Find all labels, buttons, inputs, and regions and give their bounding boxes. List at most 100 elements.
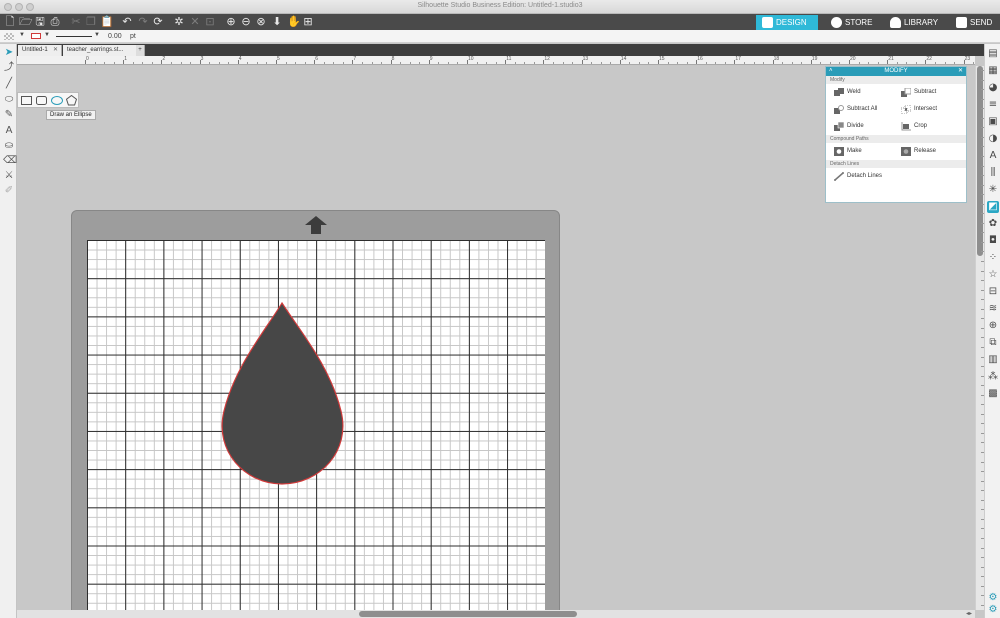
vertical-scroll-thumb[interactable] — [977, 66, 983, 256]
fit-window-icon[interactable]: ⊞ — [302, 16, 314, 28]
cut-icon[interactable]: ✂ — [70, 16, 82, 28]
line-color-swatch[interactable] — [31, 33, 41, 39]
draw-tool-icon[interactable]: ✎ — [3, 109, 15, 121]
align-icon[interactable]: ⫼ — [987, 167, 999, 179]
section-modify: Modify — [826, 76, 966, 84]
ruler-tick — [371, 62, 373, 64]
ellipse-tool-icon[interactable]: ⬭ — [3, 94, 15, 106]
horizontal-scrollbar[interactable]: ◂▸ — [17, 610, 975, 618]
offset-icon[interactable]: ◘ — [987, 235, 999, 247]
subtract-button[interactable]: Subtract — [900, 87, 936, 98]
favorites-star-icon[interactable]: ☆ — [987, 269, 999, 281]
intersect-button[interactable]: Intersect — [900, 104, 937, 115]
subtract-all-button[interactable]: Subtract All — [833, 104, 877, 115]
modify-icon[interactable]: ◩ — [987, 201, 999, 213]
text-tool-icon[interactable]: A — [3, 125, 15, 137]
redraw-icon[interactable]: ⟳ — [152, 16, 164, 28]
shape-tools-flyout — [17, 92, 79, 108]
eraser-tool-icon[interactable]: ⌫ — [3, 155, 17, 167]
line-style-preview[interactable] — [56, 36, 92, 37]
detach-lines-button[interactable]: Detach Lines — [833, 171, 882, 182]
fill-color-icon[interactable]: ◕ — [987, 82, 999, 94]
divide-icon — [834, 122, 844, 131]
save-icon[interactable]: 🖫 — [34, 16, 46, 28]
line-tool-icon[interactable]: ╱ — [3, 78, 15, 90]
send-tab[interactable]: SEND — [950, 15, 1000, 30]
tab-teacher-earrings[interactable]: teacher_earrings.st...✕ — [63, 45, 145, 56]
text-style-icon[interactable]: A — [987, 150, 999, 162]
select-tool-icon[interactable]: ➤ — [3, 47, 15, 59]
open-file-icon[interactable]: 🗁 — [19, 16, 33, 28]
warp-icon[interactable]: ▥ — [987, 354, 999, 366]
ellipse-shape-tool-icon[interactable] — [51, 96, 63, 105]
close-tab-icon[interactable]: ✕ — [53, 45, 58, 56]
vertical-scrollbar[interactable] — [975, 66, 984, 610]
rectangle-tool-icon[interactable] — [21, 96, 32, 105]
line-style-icon[interactable]: ▣ — [987, 116, 999, 128]
line-color-dropdown-icon[interactable]: ▼ — [44, 32, 50, 38]
point-edit-tool-icon[interactable]: ⤴ — [3, 62, 15, 74]
horizontal-scroll-thumb[interactable] — [359, 611, 577, 617]
divide-label: Divide — [847, 123, 864, 129]
fit-page-icon[interactable]: ⬇ — [271, 16, 283, 28]
knife-tool-icon[interactable]: ⚔ — [3, 170, 15, 182]
pixscan-icon[interactable]: ⁂ — [987, 371, 999, 383]
deselect-icon[interactable]: ✕ — [189, 16, 201, 28]
crop-button[interactable]: Crop — [900, 121, 927, 132]
store-tab[interactable]: STORE — [825, 15, 880, 30]
library-icon[interactable]: ⊕ — [987, 320, 999, 332]
fill-bucket-icon[interactable]: ⛀ — [3, 140, 15, 152]
fill-color-swatch[interactable] — [4, 33, 14, 40]
preferences-gear-icon[interactable]: ⚙ — [987, 604, 999, 616]
zoom-in-icon[interactable]: ⊕ — [225, 16, 237, 28]
grid-settings-icon[interactable]: ▦ — [987, 65, 999, 77]
polygon-tool-icon[interactable] — [66, 95, 77, 106]
line-color-icon[interactable]: ≡ — [987, 99, 999, 111]
undo-icon[interactable]: ↶ — [121, 16, 133, 28]
scroll-arrows-icon[interactable]: ◂▸ — [966, 610, 972, 617]
paste-icon[interactable]: 📋 — [100, 16, 114, 28]
ruler-label: 1 — [124, 56, 127, 62]
nesting-icon[interactable]: ▩ — [987, 388, 999, 400]
new-file-icon[interactable]: 🗋 — [4, 16, 16, 28]
page-setup-icon[interactable]: ▤ — [987, 48, 999, 60]
rhinestone-icon[interactable]: ✿ — [987, 218, 999, 230]
rounded-rectangle-tool-icon[interactable] — [36, 96, 47, 105]
image-effects-icon[interactable]: ◑ — [987, 133, 999, 145]
ruler-tick — [791, 62, 793, 64]
redo-icon[interactable]: ↷ — [137, 16, 149, 28]
close-panel-icon[interactable]: ✕ — [958, 67, 963, 76]
settings-gear-icon[interactable]: ⚙ — [987, 592, 999, 604]
zoom-out-icon[interactable]: ⊖ — [240, 16, 252, 28]
transform-icon[interactable]: ✳ — [987, 184, 999, 196]
ruler-tick — [218, 62, 220, 64]
trace-icon[interactable]: ⁘ — [987, 252, 999, 264]
library-tab[interactable]: LIBRARY — [884, 15, 944, 30]
zoom-selection-icon[interactable]: ⊗ — [255, 16, 267, 28]
print-icon[interactable]: ⎙ — [49, 16, 61, 28]
release-compound-button[interactable]: Release — [900, 146, 936, 157]
subtract-icon — [901, 88, 911, 97]
ruler-tick — [782, 62, 784, 64]
fill-dropdown-icon[interactable]: ▼ — [19, 32, 25, 38]
cloud-library-icon — [890, 17, 901, 28]
select-all-icon[interactable]: ✲ — [173, 16, 185, 28]
line-width-value[interactable]: 0.00 — [108, 33, 122, 40]
delete-icon[interactable]: ⊡ — [204, 16, 216, 28]
divide-button[interactable]: Divide — [833, 121, 864, 132]
collapse-chevron-icon[interactable]: ˄ — [829, 67, 833, 76]
make-compound-button[interactable]: Make — [833, 146, 862, 157]
line-style-dropdown-icon[interactable]: ▼ — [94, 32, 100, 38]
tab-untitled-1[interactable]: Untitled-1 ✕ — [18, 45, 62, 56]
sketch-icon[interactable]: ⊟ — [987, 286, 999, 298]
replicate-icon[interactable]: ≋ — [987, 303, 999, 315]
modify-panel-header: ˄ MODIFY ✕ — [826, 67, 966, 76]
weld-button[interactable]: Weld — [833, 87, 861, 98]
pan-hand-icon[interactable]: ✋ — [287, 16, 301, 28]
copy-icon[interactable]: ❐ — [85, 16, 97, 28]
layers-icon[interactable]: ⧉ — [987, 337, 999, 349]
new-tab-button[interactable]: + — [136, 45, 145, 56]
teardrop-shape[interactable] — [220, 301, 345, 486]
design-tab[interactable]: DESIGN — [756, 15, 818, 30]
eyedropper-tool-icon[interactable]: ✐ — [3, 185, 15, 197]
